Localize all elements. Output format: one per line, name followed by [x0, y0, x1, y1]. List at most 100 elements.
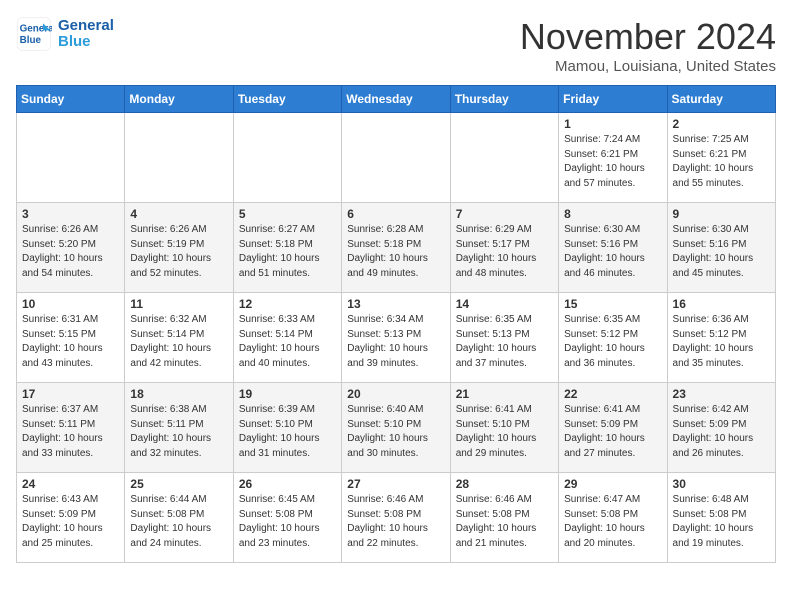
day-number: 18 — [130, 387, 227, 401]
day-number: 8 — [564, 207, 661, 221]
day-info: Sunrise: 6:27 AM Sunset: 5:18 PM Dayligh… — [239, 223, 336, 281]
day-info: Sunrise: 6:37 AM Sunset: 5:11 PM Dayligh… — [22, 403, 119, 461]
title-block: November 2024 Mamou, Louisiana, United S… — [520, 16, 776, 75]
location-title: Mamou, Louisiana, United States — [520, 58, 776, 75]
calendar-cell: 19 Sunrise: 6:39 AM Sunset: 5:10 PM Dayli… — [233, 383, 341, 473]
day-info: Sunrise: 6:43 AM Sunset: 5:09 PM Dayligh… — [22, 493, 119, 551]
day-number: 15 — [564, 297, 661, 311]
calendar-cell: 20 Sunrise: 6:40 AM Sunset: 5:10 PM Dayli… — [342, 383, 450, 473]
calendar-cell: 2 Sunrise: 7:25 AM Sunset: 6:21 PM Daylig… — [667, 113, 775, 203]
day-number: 7 — [456, 207, 553, 221]
svg-text:Blue: Blue — [20, 35, 42, 46]
weekday-header: Friday — [559, 86, 667, 113]
calendar-cell: 13 Sunrise: 6:34 AM Sunset: 5:13 PM Dayli… — [342, 293, 450, 383]
calendar-cell — [233, 113, 341, 203]
day-number: 30 — [673, 477, 770, 491]
day-number: 17 — [22, 387, 119, 401]
day-info: Sunrise: 6:35 AM Sunset: 5:13 PM Dayligh… — [456, 313, 553, 371]
calendar-week-row: 17 Sunrise: 6:37 AM Sunset: 5:11 PM Dayli… — [17, 383, 776, 473]
day-number: 11 — [130, 297, 227, 311]
day-number: 10 — [22, 297, 119, 311]
calendar-cell: 11 Sunrise: 6:32 AM Sunset: 5:14 PM Dayli… — [125, 293, 233, 383]
calendar-cell: 14 Sunrise: 6:35 AM Sunset: 5:13 PM Dayli… — [450, 293, 558, 383]
calendar-cell: 26 Sunrise: 6:45 AM Sunset: 5:08 PM Dayli… — [233, 473, 341, 563]
calendar-cell: 28Sunrise: 6:46 AM Sunset: 5:08 PM Dayli… — [450, 473, 558, 563]
day-number: 24 — [22, 477, 119, 491]
day-info: Sunrise: 6:26 AM Sunset: 5:20 PM Dayligh… — [22, 223, 119, 281]
day-info: Sunrise: 6:44 AM Sunset: 5:08 PM Dayligh… — [130, 493, 227, 551]
day-info: Sunrise: 7:25 AM Sunset: 6:21 PM Dayligh… — [673, 133, 770, 191]
weekday-header: Wednesday — [342, 86, 450, 113]
day-number: 20 — [347, 387, 444, 401]
calendar-header-row: SundayMondayTuesdayWednesdayThursdayFrid… — [17, 86, 776, 113]
calendar: SundayMondayTuesdayWednesdayThursdayFrid… — [16, 85, 776, 563]
day-info: Sunrise: 6:35 AM Sunset: 5:12 PM Dayligh… — [564, 313, 661, 371]
day-number: 14 — [456, 297, 553, 311]
day-number: 25 — [130, 477, 227, 491]
calendar-week-row: 1 Sunrise: 7:24 AM Sunset: 6:21 PM Daylig… — [17, 113, 776, 203]
day-info: Sunrise: 6:30 AM Sunset: 5:16 PM Dayligh… — [673, 223, 770, 281]
calendar-cell: 18Sunrise: 6:38 AM Sunset: 5:11 PM Dayli… — [125, 383, 233, 473]
logo-text: General Blue — [58, 18, 114, 51]
calendar-cell: 3 Sunrise: 6:26 AM Sunset: 5:20 PM Daylig… — [17, 203, 125, 293]
day-info: Sunrise: 6:45 AM Sunset: 5:08 PM Dayligh… — [239, 493, 336, 551]
day-number: 23 — [673, 387, 770, 401]
day-info: Sunrise: 6:48 AM Sunset: 5:08 PM Dayligh… — [673, 493, 770, 551]
logo-icon: General Blue — [16, 16, 52, 52]
calendar-cell: 9 Sunrise: 6:30 AM Sunset: 5:16 PM Daylig… — [667, 203, 775, 293]
calendar-cell: 12Sunrise: 6:33 AM Sunset: 5:14 PM Dayli… — [233, 293, 341, 383]
calendar-cell: 16Sunrise: 6:36 AM Sunset: 5:12 PM Dayli… — [667, 293, 775, 383]
calendar-week-row: 24 Sunrise: 6:43 AM Sunset: 5:09 PM Dayli… — [17, 473, 776, 563]
day-info: Sunrise: 6:30 AM Sunset: 5:16 PM Dayligh… — [564, 223, 661, 281]
calendar-cell: 5Sunrise: 6:27 AM Sunset: 5:18 PM Daylig… — [233, 203, 341, 293]
day-info: Sunrise: 6:31 AM Sunset: 5:15 PM Dayligh… — [22, 313, 119, 371]
day-number: 29 — [564, 477, 661, 491]
day-info: Sunrise: 6:41 AM Sunset: 5:09 PM Dayligh… — [564, 403, 661, 461]
calendar-cell: 1 Sunrise: 7:24 AM Sunset: 6:21 PM Daylig… — [559, 113, 667, 203]
calendar-cell: 6 Sunrise: 6:28 AM Sunset: 5:18 PM Daylig… — [342, 203, 450, 293]
day-number: 3 — [22, 207, 119, 221]
day-info: Sunrise: 6:26 AM Sunset: 5:19 PM Dayligh… — [130, 223, 227, 281]
day-number: 26 — [239, 477, 336, 491]
calendar-week-row: 10 Sunrise: 6:31 AM Sunset: 5:15 PM Dayli… — [17, 293, 776, 383]
day-number: 6 — [347, 207, 444, 221]
page-header: General Blue General Blue November 2024 … — [16, 16, 776, 75]
weekday-header: Sunday — [17, 86, 125, 113]
day-number: 9 — [673, 207, 770, 221]
day-number: 1 — [564, 117, 661, 131]
day-info: Sunrise: 7:24 AM Sunset: 6:21 PM Dayligh… — [564, 133, 661, 191]
day-info: Sunrise: 6:28 AM Sunset: 5:18 PM Dayligh… — [347, 223, 444, 281]
calendar-cell — [17, 113, 125, 203]
calendar-cell: 24 Sunrise: 6:43 AM Sunset: 5:09 PM Dayli… — [17, 473, 125, 563]
logo: General Blue General Blue — [16, 16, 114, 52]
calendar-cell: 8 Sunrise: 6:30 AM Sunset: 5:16 PM Daylig… — [559, 203, 667, 293]
day-info: Sunrise: 6:32 AM Sunset: 5:14 PM Dayligh… — [130, 313, 227, 371]
calendar-cell: 27 Sunrise: 6:46 AM Sunset: 5:08 PM Dayli… — [342, 473, 450, 563]
day-info: Sunrise: 6:39 AM Sunset: 5:10 PM Dayligh… — [239, 403, 336, 461]
day-info: Sunrise: 6:34 AM Sunset: 5:13 PM Dayligh… — [347, 313, 444, 371]
day-number: 28 — [456, 477, 553, 491]
calendar-cell: 7Sunrise: 6:29 AM Sunset: 5:17 PM Daylig… — [450, 203, 558, 293]
calendar-cell — [125, 113, 233, 203]
day-info: Sunrise: 6:47 AM Sunset: 5:08 PM Dayligh… — [564, 493, 661, 551]
calendar-cell: 23 Sunrise: 6:42 AM Sunset: 5:09 PM Dayli… — [667, 383, 775, 473]
day-info: Sunrise: 6:40 AM Sunset: 5:10 PM Dayligh… — [347, 403, 444, 461]
month-title: November 2024 — [520, 16, 776, 58]
day-number: 19 — [239, 387, 336, 401]
day-number: 22 — [564, 387, 661, 401]
day-number: 13 — [347, 297, 444, 311]
calendar-cell: 10 Sunrise: 6:31 AM Sunset: 5:15 PM Dayli… — [17, 293, 125, 383]
calendar-cell: 15 Sunrise: 6:35 AM Sunset: 5:12 PM Dayli… — [559, 293, 667, 383]
day-number: 27 — [347, 477, 444, 491]
day-number: 21 — [456, 387, 553, 401]
calendar-cell: 4Sunrise: 6:26 AM Sunset: 5:19 PM Daylig… — [125, 203, 233, 293]
weekday-header: Saturday — [667, 86, 775, 113]
calendar-cell: 21 Sunrise: 6:41 AM Sunset: 5:10 PM Dayli… — [450, 383, 558, 473]
day-number: 2 — [673, 117, 770, 131]
day-info: Sunrise: 6:42 AM Sunset: 5:09 PM Dayligh… — [673, 403, 770, 461]
day-info: Sunrise: 6:41 AM Sunset: 5:10 PM Dayligh… — [456, 403, 553, 461]
weekday-header: Thursday — [450, 86, 558, 113]
calendar-cell: 22 Sunrise: 6:41 AM Sunset: 5:09 PM Dayli… — [559, 383, 667, 473]
day-info: Sunrise: 6:46 AM Sunset: 5:08 PM Dayligh… — [347, 493, 444, 551]
calendar-week-row: 3 Sunrise: 6:26 AM Sunset: 5:20 PM Daylig… — [17, 203, 776, 293]
